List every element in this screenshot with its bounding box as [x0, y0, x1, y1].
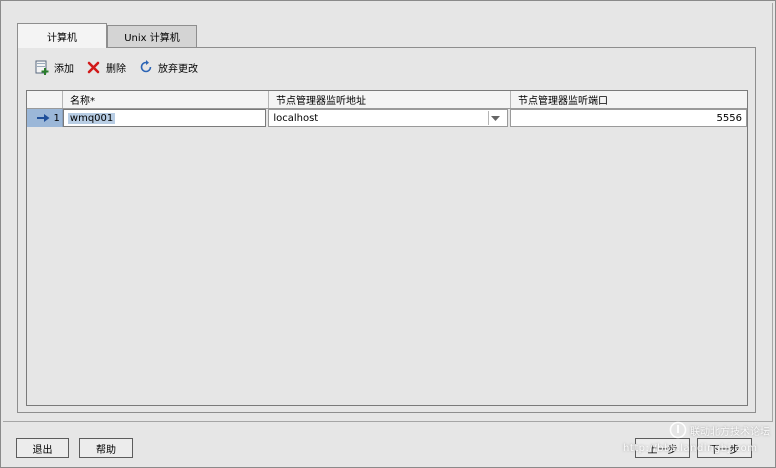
listen-port-cell[interactable]: 5556	[509, 109, 747, 127]
wizard-panel: 计算机 Unix 计算机 添加 删除 放弃更改 名称* 节点管理器监听地址 节点…	[3, 3, 773, 422]
column-header-listen-address-label: 节点管理器监听地址	[276, 96, 366, 107]
previous-label: 上一步	[647, 444, 678, 456]
chevron-down-icon[interactable]	[487, 111, 503, 125]
tab-unix-computer[interactable]: Unix 计算机	[107, 25, 197, 47]
column-header-listen-port[interactable]: 节点管理器监听端口	[511, 91, 747, 108]
watermark-title: 联动北方技术论坛	[669, 421, 770, 439]
tab-unix-computer-label: Unix 计算机	[124, 33, 180, 44]
tab-computer-label: 计算机	[47, 32, 77, 44]
toolbar: 添加 删除 放弃更改	[34, 58, 210, 76]
delete-icon	[86, 59, 102, 75]
listen-address-dropdown[interactable]: localhost	[268, 109, 508, 127]
machines-table: 名称* 节点管理器监听地址 节点管理器监听端口 1 wmq001 localho…	[26, 90, 748, 406]
name-cell[interactable]: wmq001	[62, 109, 267, 127]
window: 计算机 Unix 计算机 添加 删除 放弃更改 名称* 节点管理器监听地址 节点…	[0, 0, 776, 468]
previous-button[interactable]: 上一步	[635, 438, 690, 458]
column-header-listen-port-label: 节点管理器监听端口	[518, 96, 608, 107]
row-header-corner	[27, 91, 63, 108]
exit-button[interactable]: 退出	[16, 438, 69, 458]
discard-changes-button[interactable]: 放弃更改	[138, 59, 198, 75]
help-label: 帮助	[96, 444, 116, 456]
add-icon	[34, 59, 50, 75]
name-value: wmq001	[67, 112, 116, 124]
exit-label: 退出	[32, 444, 53, 456]
next-button[interactable]: 下一步	[697, 438, 752, 458]
column-header-listen-address[interactable]: 节点管理器监听地址	[269, 91, 511, 108]
discard-changes-label: 放弃更改	[158, 63, 198, 75]
delete-button[interactable]: 删除	[86, 59, 126, 75]
next-label: 下一步	[709, 444, 740, 456]
tab-computer[interactable]: 计算机	[17, 23, 107, 48]
table-header: 名称* 节点管理器监听地址 节点管理器监听端口	[27, 91, 747, 109]
add-button[interactable]: 添加	[34, 59, 74, 75]
add-label: 添加	[54, 63, 74, 75]
listen-port-value: 5556	[716, 112, 742, 124]
watermark-title-text: 联动北方技术论坛	[690, 426, 770, 438]
column-header-name-label: 名称*	[70, 96, 95, 107]
help-button[interactable]: 帮助	[79, 438, 133, 458]
row-header[interactable]: 1	[27, 109, 63, 127]
current-row-arrow-icon	[36, 114, 50, 122]
row-index: 1	[53, 112, 60, 124]
delete-label: 删除	[106, 63, 126, 75]
column-header-name[interactable]: 名称*	[63, 91, 269, 108]
undo-icon	[138, 59, 154, 75]
listen-address-value: localhost	[273, 112, 319, 124]
watermark-logo-icon	[669, 421, 687, 439]
table-row[interactable]: 1 wmq001 localhost 5556	[27, 109, 747, 127]
tab-content: 添加 删除 放弃更改 名称* 节点管理器监听地址 节点管理器监听端口 1 wmq…	[17, 47, 756, 413]
